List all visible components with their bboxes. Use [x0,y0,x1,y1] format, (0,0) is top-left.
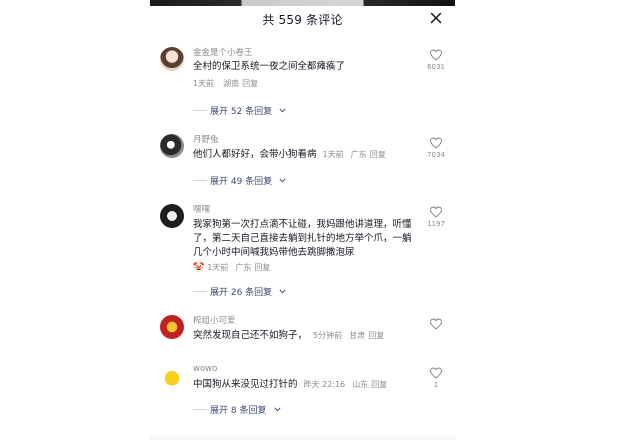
like-button[interactable]: 1197 [425,205,447,228]
comment-location: 山东 [352,380,369,389]
comment-body: 突然发现自己还不如狗子， [193,330,308,341]
chevron-down-icon [279,178,286,183]
close-icon [430,12,442,24]
comment-time: 1天前 [193,79,215,88]
comment-meta-row: 1天前 湖南 回复 [193,77,425,91]
comments-header: 共 559 条评论 [150,6,455,32]
comment-item: 金金是个小卷王 全村的保卫系统一夜之间全都瘫痪了 1天前 湖南 回复 6031 … [150,44,455,124]
comment-text: 我家狗第一次打点滴不让碰，我妈跟他讲道理，听懂了，第二天自己直接去躺到扎针的地方… [193,218,418,260]
expand-replies-button[interactable]: 展开 8 条回复 [193,399,281,416]
comment-item: 月野兔 他们人都好好，会带小狗看病 1天前 广东 回复 7034 展开 49 条… [150,131,455,191]
reply-button[interactable]: 回复 [371,380,387,389]
like-button[interactable] [425,317,447,331]
comment-location: 甘肃 [349,331,366,340]
comment-body: 他们人都好好，会带小狗看病 [193,149,317,160]
expand-divider [193,409,207,410]
close-button[interactable] [427,9,445,27]
comment-item: wowo 中国狗从来没见过打针的 昨天 22:16 山东 回复 1 展开 8 条… [150,362,455,422]
comment-body: 我家狗第一次打点滴不让碰，我妈跟他讲道理，听懂了，第二天自己直接去躺到扎针的地方… [193,219,412,258]
comment-time: 1天前 [322,150,344,159]
chevron-down-icon [273,407,281,412]
like-count: 6031 [427,63,445,71]
comment-item: 榨组小可爱 突然发现自己还不如狗子， 5分钟前 甘肃 回复 [150,312,455,352]
comment-location: 广东 [235,263,252,272]
avatar[interactable] [160,365,184,389]
comment-username[interactable]: 金金是个小卷王 [193,46,253,58]
expand-replies-label: 展开 49 条回复 [210,177,273,187]
comment-username[interactable]: 榨组小可爱 [193,314,236,326]
expand-divider [193,180,207,181]
comment-text: 全村的保卫系统一夜之间全都瘫痪了 [193,60,425,74]
avatar[interactable] [160,47,184,71]
comment-time: 1天前 [207,263,229,272]
comments-panel: 共 559 条评论 金金是个小卷王 全村的保卫系统一夜之间全都瘫痪了 1天前 湖… [150,0,455,440]
comment-item: 嘿嘿 我家狗第一次打点滴不让碰，我妈跟他讲道理，听懂了，第二天自己直接去躺到扎针… [150,201,455,301]
comment-location: 湖南 [223,79,240,88]
expand-divider [193,110,207,111]
expand-replies-label: 展开 8 条回复 [210,406,267,416]
expand-replies-label: 展开 26 条回复 [210,288,273,298]
heart-outline-icon [429,206,443,218]
comment-body: 全村的保卫系统一夜之间全都瘫痪了 [193,61,346,72]
comment-text: 突然发现自己还不如狗子， 5分钟前 甘肃 回复 [193,329,433,343]
comment-username[interactable]: 嘿嘿 [193,203,210,215]
chevron-down-icon [279,289,286,294]
like-button[interactable]: 1 [425,366,447,389]
comment-time: 5分钟前 [313,331,343,340]
heart-outline-icon [429,318,443,330]
like-button[interactable]: 7034 [425,136,447,159]
chevron-down-icon [279,108,286,113]
like-count: 1 [433,381,439,389]
comment-time: 昨天 22:16 [303,380,346,389]
like-count: 7034 [427,151,445,159]
next-comment-peek [150,434,455,440]
expand-replies-button[interactable]: 展开 49 条回复 [193,170,286,187]
comment-meta-row: 🤡 1天前 广东 回复 [193,261,425,275]
screen-background: 共 559 条评论 金金是个小卷王 全村的保卫系统一夜之间全都瘫痪了 1天前 湖… [0,0,623,440]
expand-replies-label: 展开 52 条回复 [210,107,273,117]
heart-outline-icon [429,137,443,149]
expand-replies-button[interactable]: 展开 52 条回复 [193,100,286,117]
like-button[interactable]: 6031 [425,48,447,71]
reply-button[interactable]: 回复 [368,331,384,340]
expand-divider [193,291,207,292]
heart-outline-icon [429,49,443,61]
heart-outline-icon [429,367,443,379]
reply-button[interactable]: 回复 [254,263,270,272]
comment-text: 他们人都好好，会带小狗看病 1天前 广东 回复 [193,148,433,162]
comment-text: 中国狗从来没见过打针的 昨天 22:16 山东 回复 [193,378,433,392]
avatar[interactable] [160,204,184,228]
like-count: 1197 [427,220,445,228]
comment-username[interactable]: wowo [193,364,217,374]
comments-count-title: 共 559 条评论 [262,13,343,27]
avatar[interactable] [160,315,184,339]
reply-button[interactable]: 回复 [370,150,386,159]
comment-body: 中国狗从来没见过打针的 [193,379,298,390]
clown-emoji: 🤡 [193,263,205,273]
expand-replies-button[interactable]: 展开 26 条回复 [193,281,286,298]
reply-button[interactable]: 回复 [242,79,258,88]
avatar[interactable] [160,134,184,158]
comment-location: 广东 [350,150,367,159]
comment-username[interactable]: 月野兔 [193,133,219,145]
